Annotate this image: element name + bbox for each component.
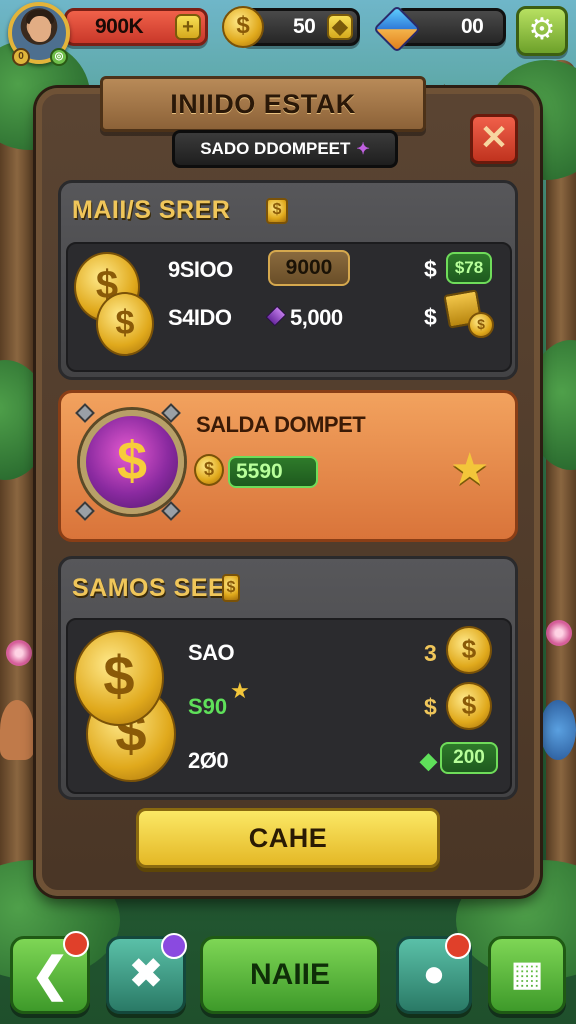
level-badge-icon: 0 xyxy=(12,48,30,66)
coin-icon: $ xyxy=(446,626,492,674)
row2-label: S4IDO xyxy=(168,305,232,330)
s3-row3-label: 2Ø0 xyxy=(188,748,229,773)
flower-decoration xyxy=(6,640,32,666)
notification-dot xyxy=(445,933,471,959)
section3-title: SAMOS SEE xyxy=(72,574,226,602)
coin-large-icon: $ xyxy=(74,630,164,726)
row2-value: 5,000 xyxy=(290,305,343,330)
gem-small-icon: ✦ xyxy=(356,141,370,158)
status-badge-icon: ◎ xyxy=(50,48,68,66)
settings-gear-button[interactable]: ⚙ xyxy=(516,6,568,56)
gear-icon: ⚙ xyxy=(528,13,556,46)
mushroom-decoration xyxy=(0,700,34,760)
map-pin-icon: ● xyxy=(422,953,446,995)
gem-green-icon: ◆ xyxy=(420,748,437,773)
player-avatar[interactable]: 0 ◎ xyxy=(8,2,70,66)
red-currency-value: 900K xyxy=(95,15,144,38)
confirm-label: CAHE xyxy=(248,822,328,853)
coin-stack-icon: $ xyxy=(222,574,240,602)
red-currency-counter: 900K + xyxy=(64,8,208,46)
close-icon: ✕ xyxy=(479,119,509,157)
section1-title: MAII/S SRER xyxy=(72,196,231,224)
tools-icon: ✖ xyxy=(129,952,163,996)
grid-icon: ▦ xyxy=(510,955,544,993)
row1-badge: $78 xyxy=(446,252,492,284)
dollar-emblem-icon: $ xyxy=(80,410,184,514)
star-icon: ★ xyxy=(230,678,250,703)
wallet-amount-field[interactable]: 5590 xyxy=(228,456,318,488)
s3-row3-field[interactable]: 200 xyxy=(440,742,498,774)
row1-label: 9SIOO xyxy=(168,257,233,282)
notification-dot xyxy=(63,931,89,957)
back-arrow-icon: ❮ xyxy=(30,948,70,1000)
tree-trunk-left xyxy=(0,60,34,960)
panel-subtitle-box: SADO DDOMPEET ✦ xyxy=(172,130,398,168)
coin-small-icon: $ xyxy=(194,454,224,486)
menu-grid-button[interactable]: ▦ xyxy=(488,936,566,1014)
panel-subtitle: SADO DDOMPEET xyxy=(200,139,351,158)
top-hud: 900K + 0 ◎ 50 ◆ $ 00 ⚙ xyxy=(0,0,576,66)
close-button[interactable]: ✕ xyxy=(470,114,518,164)
coin-large-icon: $ xyxy=(96,292,154,356)
coin-icon: $ xyxy=(446,682,492,730)
avatar-face xyxy=(29,16,51,42)
row1-amount-field[interactable]: 9000 xyxy=(268,250,350,286)
center-nav-button[interactable]: NAIIE xyxy=(200,936,380,1014)
center-nav-label: NAIIE xyxy=(249,958,330,991)
star-icon[interactable]: ★ xyxy=(450,444,489,495)
gem-value: 00 xyxy=(461,15,484,38)
add-red-currency-button[interactable]: + xyxy=(175,14,201,40)
tree-trunk-right xyxy=(546,60,576,960)
add-coins-button[interactable]: ◆ xyxy=(327,14,353,40)
tools-button[interactable]: ✖ xyxy=(106,933,187,1014)
s3-row1-right: 3 xyxy=(424,640,437,666)
panel-title: INIIDO ESTAK xyxy=(170,88,356,119)
section2-title: SALDA DOMPET xyxy=(196,412,366,437)
flower-decoration xyxy=(546,620,572,646)
coin-icon: $ xyxy=(222,6,264,48)
row2-dollar: $ xyxy=(424,304,437,330)
snail-shell-decoration xyxy=(540,700,576,760)
s3-row2-right: $ xyxy=(424,694,437,720)
s3-row1-label: SAO xyxy=(188,640,235,665)
back-button[interactable]: ❮ xyxy=(10,931,90,1014)
map-button[interactable]: ● xyxy=(396,933,472,1014)
confirm-button[interactable]: CAHE xyxy=(136,808,440,868)
coin-small-icon: $ xyxy=(468,312,494,338)
coin-stack-icon: $ xyxy=(266,198,288,224)
panel-title-banner: INIIDO ESTAK xyxy=(100,76,426,132)
notification-dot xyxy=(161,933,187,959)
coin-value: 50 xyxy=(293,15,316,38)
s3-row2-label: S90 xyxy=(188,694,228,719)
row1-dollar: $ xyxy=(424,256,437,282)
